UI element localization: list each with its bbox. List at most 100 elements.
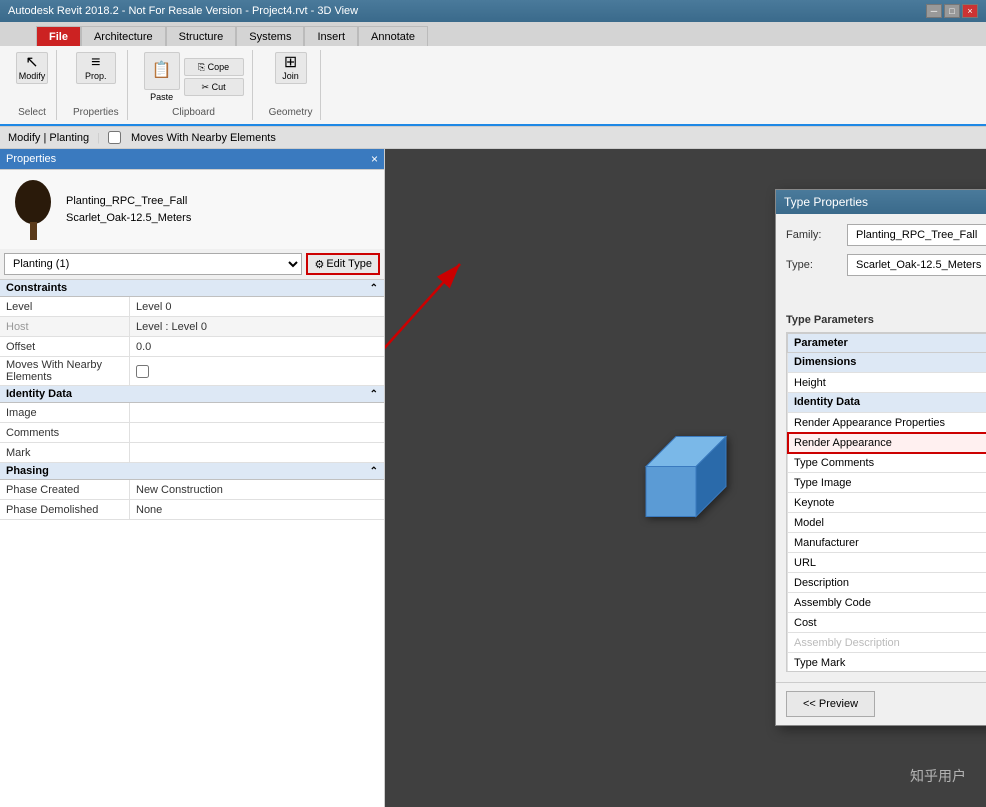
- table-row-height[interactable]: Height 12500.0: [788, 373, 986, 393]
- tab-insert[interactable]: Insert: [304, 26, 358, 46]
- section-header-constraints: Constraints ⌃: [0, 280, 384, 297]
- properties-icon[interactable]: ≡ Prop.: [76, 52, 116, 84]
- dialog-title-bar: Type Properties ×: [776, 190, 986, 214]
- collapse-phasing[interactable]: ⌃: [370, 466, 378, 477]
- table-section-identity: Identity Data ⌃: [788, 393, 986, 413]
- cut-icon[interactable]: ✂ Cut: [184, 78, 244, 96]
- col-parameter: Parameter: [788, 334, 986, 353]
- tab-architecture[interactable]: Architecture: [81, 26, 166, 46]
- prop-row-offset: Offset 0.0: [0, 337, 384, 357]
- panel-close-button[interactable]: ×: [371, 152, 378, 166]
- param-height: Height: [788, 373, 986, 393]
- table-row-render-appearance-props[interactable]: Render Appearance Properties Edit...: [788, 413, 986, 433]
- paste-icon[interactable]: 📋: [144, 52, 180, 90]
- prop-row-moves-nearby: Moves With Nearby Elements: [0, 357, 384, 386]
- param-url: URL: [788, 553, 986, 573]
- table-row-model[interactable]: Model: [788, 513, 986, 533]
- type-params-label: Type Parameters: [786, 314, 986, 326]
- tab-annotate[interactable]: Annotate: [358, 26, 428, 46]
- param-type-comments: Type Comments: [788, 453, 986, 473]
- value-mark: [130, 443, 384, 462]
- title-text: Autodesk Revit 2018.2 - Not For Resale V…: [8, 5, 358, 17]
- tab-structure[interactable]: Structure: [166, 26, 237, 46]
- family-dropdown[interactable]: Planting_RPC_Tree_Fall: [847, 224, 986, 246]
- close-window-button[interactable]: ×: [962, 4, 978, 18]
- type-props-scroll[interactable]: Parameter Value Dimension: [786, 332, 986, 672]
- value-moves-nearby: [130, 357, 384, 385]
- table-row-render-appearance[interactable]: Render Appearance Scarlet Oak [Fall]: [788, 433, 986, 453]
- tree-preview-icon: [8, 177, 58, 242]
- rename-row: Rename...: [786, 284, 986, 306]
- param-render-appearance-props: Render Appearance Properties: [788, 413, 986, 433]
- preview-type: Scarlet_Oak-12.5_Meters: [66, 210, 191, 227]
- table-row-cost[interactable]: Cost: [788, 613, 986, 633]
- table-row-url[interactable]: URL: [788, 553, 986, 573]
- revit-window: Autodesk Revit 2018.2 - Not For Resale V…: [0, 0, 986, 806]
- modify-icons: ↖ Modify: [16, 52, 48, 84]
- param-type-image: Type Image: [788, 473, 986, 493]
- prop-row-image: Image: [0, 403, 384, 423]
- moves-nearby-label: Moves With Nearby Elements: [131, 132, 276, 144]
- param-host: Host: [0, 317, 130, 336]
- type-row: Type: Scarlet_Oak-12.5_Meters Duplicate.…: [786, 254, 986, 276]
- ribbon-group-clipboard: 📋 Paste ⎘ Cope ✂ Cut Clipboard: [136, 50, 253, 120]
- title-bar: Autodesk Revit 2018.2 - Not For Resale V…: [0, 0, 986, 22]
- edit-type-icon: ⚙: [314, 258, 324, 271]
- preview-button[interactable]: << Preview: [786, 691, 875, 717]
- edit-type-button[interactable]: ⚙ Edit Type: [306, 253, 380, 275]
- table-header-row: Parameter Value: [788, 334, 986, 353]
- maximize-button[interactable]: □: [944, 4, 960, 18]
- table-row-assembly-code[interactable]: Assembly Code: [788, 593, 986, 613]
- prop-row-level: Level Level 0: [0, 297, 384, 317]
- main-area: Properties × Planting_RPC_Tree_Fall Scar…: [0, 149, 986, 807]
- modify-planting-label: Modify | Planting: [8, 132, 89, 144]
- prop-row-host: Host Level : Level 0: [0, 317, 384, 337]
- tab-systems[interactable]: Systems: [236, 26, 304, 46]
- table-row-keynote[interactable]: Keynote: [788, 493, 986, 513]
- param-phase-created: Phase Created: [0, 480, 130, 499]
- edit-type-label: Edit Type: [326, 258, 372, 270]
- separator: |: [97, 132, 100, 144]
- param-manufacturer: Manufacturer: [788, 533, 986, 553]
- table-row-type-comments[interactable]: Type Comments Scarlet Oak: [788, 453, 986, 473]
- copy-icon[interactable]: ⎘ Cope: [184, 58, 244, 76]
- value-phase-created: New Construction: [130, 480, 384, 499]
- annotation-arrow: [385, 149, 495, 469]
- param-mark: Mark: [0, 443, 130, 462]
- minimize-button[interactable]: ─: [926, 4, 942, 18]
- dialog-body: Family: Planting_RPC_Tree_Fall Load... T…: [776, 214, 986, 682]
- canvas: Type Properties × Family: Planting_RPC_T…: [385, 149, 986, 807]
- param-assembly-description: Assembly Description: [788, 633, 986, 653]
- ribbon-group-modify: ↖ Modify Select: [8, 50, 57, 120]
- instance-dropdown[interactable]: Planting (1): [4, 253, 302, 275]
- table-row-manufacturer[interactable]: Manufacturer: [788, 533, 986, 553]
- moves-nearby-prop-checkbox[interactable]: [136, 365, 149, 378]
- param-type-mark: Type Mark: [788, 653, 986, 673]
- panel-header: Properties ×: [0, 149, 384, 169]
- prop-row-phase-created: Phase Created New Construction: [0, 480, 384, 500]
- param-offset: Offset: [0, 337, 130, 356]
- table-row-type-mark[interactable]: Type Mark: [788, 653, 986, 673]
- modify-tool-icon[interactable]: ↖ Modify: [16, 52, 48, 84]
- properties-panel: Properties × Planting_RPC_Tree_Fall Scar…: [0, 149, 385, 807]
- collapse-constraints[interactable]: ⌃: [370, 283, 378, 294]
- value-comments: [130, 423, 384, 442]
- subtext-bar: Modify | Planting | Moves With Nearby El…: [0, 127, 986, 149]
- prop-row-phase-demolished: Phase Demolished None: [0, 500, 384, 520]
- param-model: Model: [788, 513, 986, 533]
- moves-nearby-checkbox[interactable]: [108, 131, 121, 144]
- param-description: Description: [788, 573, 986, 593]
- dialog-footer: << Preview OK Cancel Apply: [776, 682, 986, 725]
- join-icon[interactable]: ⊞ Join: [275, 52, 307, 84]
- family-row: Family: Planting_RPC_Tree_Fall Load...: [786, 224, 986, 246]
- collapse-identity[interactable]: ⌃: [370, 389, 378, 400]
- right-canvas-area: Type Properties × Family: Planting_RPC_T…: [385, 149, 986, 807]
- clipboard-icons: 📋 Paste ⎘ Cope ✂ Cut: [144, 52, 244, 102]
- type-dropdown[interactable]: Scarlet_Oak-12.5_Meters: [847, 254, 986, 276]
- table-row-assembly-description[interactable]: Assembly Description: [788, 633, 986, 653]
- prop-row-comments: Comments: [0, 423, 384, 443]
- table-row-type-image[interactable]: Type Image: [788, 473, 986, 493]
- table-row-description[interactable]: Description: [788, 573, 986, 593]
- tab-file[interactable]: File: [36, 26, 81, 46]
- instance-selector: Planting (1) ⚙ Edit Type: [0, 249, 384, 280]
